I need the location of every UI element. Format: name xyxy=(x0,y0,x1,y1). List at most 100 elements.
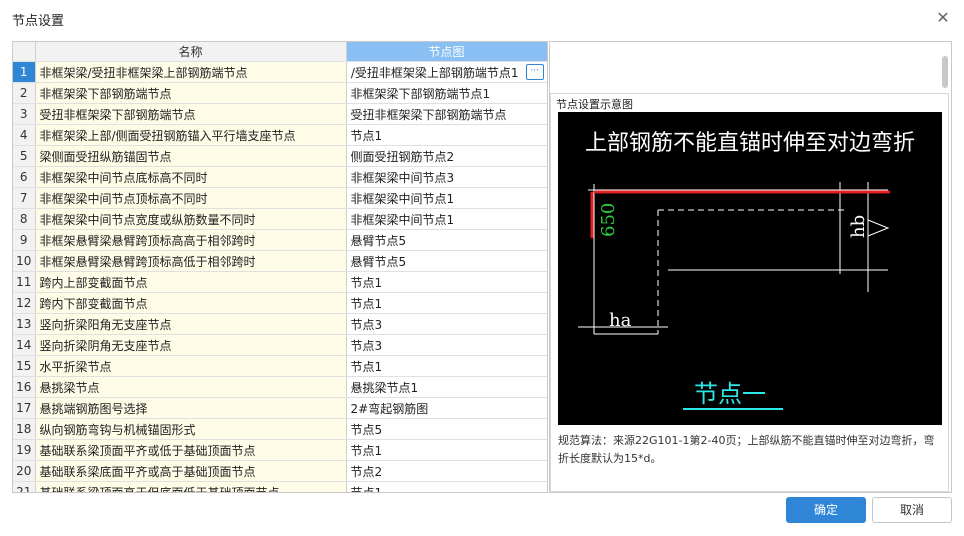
row-name-cell: 基础联系梁底面平齐或高于基础顶面节点 xyxy=(35,460,347,482)
row-node-cell[interactable]: 受扭非框架梁下部钢筋端节点 xyxy=(346,103,547,125)
node-settings-table: 名称 节点图 1非框架梁/受扭非框架梁上部钢筋端节点非框架梁/受扭非框架梁上部钢… xyxy=(12,41,548,493)
diagram-background xyxy=(558,112,942,425)
row-node-cell[interactable]: 节点1 xyxy=(346,481,547,492)
row-index: 15 xyxy=(13,355,36,377)
dimension-ha: ha xyxy=(609,310,632,331)
row-node-cell[interactable]: 节点1 xyxy=(346,355,547,377)
row-node-cell[interactable]: 节点3 xyxy=(346,334,547,356)
table-row[interactable]: 11 跨内上部变截面节点 节点1 xyxy=(13,271,547,293)
row-name-cell: 非框架梁中间节点顶标高不同时 xyxy=(35,187,347,209)
row-index: 1 xyxy=(13,61,36,83)
row-index: 11 xyxy=(13,271,36,293)
row-name-cell: 基础联系梁顶面高于但底面低于基础顶面节点 xyxy=(35,481,347,492)
row-index: 3 xyxy=(13,103,36,125)
row-node-cell[interactable]: 非框架梁/受扭非框架梁上部钢筋端节点1 ··· xyxy=(346,61,547,83)
row-node-cell[interactable]: 侧面受扭钢筋节点2 xyxy=(346,145,547,167)
row-name-cell: 竖向折梁阴角无支座节点 xyxy=(35,334,347,356)
table-row[interactable]: 2 非框架梁下部钢筋端节点 非框架梁下部钢筋端节点1 xyxy=(13,82,547,104)
table-row[interactable]: 6 非框架梁中间节点底标高不同时 非框架梁中间节点3 xyxy=(13,166,547,188)
row-node-cell[interactable]: 节点1 xyxy=(346,439,547,461)
row-name-cell: 非框架悬臂梁悬臂跨顶标高低于相邻跨时 xyxy=(35,250,347,272)
table-row[interactable]: 18 纵向钢筋弯钩与机械锚固形式 节点5 xyxy=(13,418,547,440)
row-index: 12 xyxy=(13,292,36,314)
row-name-cell: 非框架梁中间节点底标高不同时 xyxy=(35,166,347,188)
dimension-650: 650 xyxy=(598,203,619,237)
diagram-caption: 节点一 xyxy=(694,380,766,408)
row-node-cell[interactable]: 节点5 xyxy=(346,418,547,440)
table-row[interactable]: 17 悬挑端钢筋图号选择 2#弯起钢筋图 xyxy=(13,397,547,419)
table-row[interactable]: 9 非框架悬臂梁悬臂跨顶标高高于相邻跨时 悬臂节点5 xyxy=(13,229,547,251)
table-row[interactable]: 19 基础联系梁顶面平齐或低于基础顶面节点 节点1 xyxy=(13,439,547,461)
table-row[interactable]: 4 非框架梁上部/侧面受扭钢筋锚入平行墙支座节点 节点1 xyxy=(13,124,547,146)
row-name-cell: 悬挑端钢筋图号选择 xyxy=(35,397,347,419)
row-name-cell: 梁侧面受扭纵筋锚固节点 xyxy=(35,145,347,167)
table-row[interactable]: 15 水平折梁节点 节点1 xyxy=(13,355,547,377)
table-row[interactable]: 13 竖向折梁阳角无支座节点 节点3 xyxy=(13,313,547,335)
row-node-cell[interactable]: 节点1 xyxy=(346,124,547,146)
dialog-titlebar: 节点设置 ✕ xyxy=(0,0,964,38)
row-index: 14 xyxy=(13,334,36,356)
diagram-section-title: 节点设置示意图 xyxy=(556,98,633,111)
row-node-cell[interactable]: 非框架梁中间节点1 xyxy=(346,187,547,209)
row-node-cell[interactable]: 非框架梁下部钢筋端节点1 xyxy=(346,82,547,104)
row-node-cell[interactable]: 悬臂节点5 xyxy=(346,250,547,272)
row-index: 20 xyxy=(13,460,36,482)
table-row[interactable]: 8 非框架梁中间节点宽度或纵筋数量不同时 非框架梁中间节点1 xyxy=(13,208,547,230)
row-node-cell[interactable]: 悬臂节点5 xyxy=(346,229,547,251)
row-name-cell: 受扭非框架梁下部钢筋端节点 xyxy=(35,103,347,125)
cancel-button[interactable]: 取消 xyxy=(872,497,952,523)
row-name-cell: 竖向折梁阳角无支座节点 xyxy=(35,313,347,335)
ellipsis-button[interactable]: ··· xyxy=(525,64,544,80)
table-row[interactable]: 12 跨内下部变截面节点 节点1 xyxy=(13,292,547,314)
row-name-cell: 非框架梁/受扭非框架梁上部钢筋端节点 xyxy=(35,61,347,83)
row-index: 19 xyxy=(13,439,36,461)
row-name-cell: 非框架梁中间节点宽度或纵筋数量不同时 xyxy=(35,208,347,230)
row-index: 16 xyxy=(13,376,36,398)
row-index: 2 xyxy=(13,82,36,104)
row-node-value: 非框架梁/受扭非框架梁上部钢筋端节点1 xyxy=(350,65,519,80)
table-header-row: 名称 节点图 xyxy=(13,42,547,62)
node-diagram: 上部钢筋不能直锚时伸至对边弯折 650 hb ha 节点一 xyxy=(558,112,942,425)
row-name-cell: 非框架梁下部钢筋端节点 xyxy=(35,82,347,104)
row-index: 8 xyxy=(13,208,36,230)
row-node-cell[interactable]: 节点2 xyxy=(346,460,547,482)
row-node-cell[interactable]: 节点1 xyxy=(346,292,547,314)
row-name-cell: 纵向钢筋弯钩与机械锚固形式 xyxy=(35,418,347,440)
row-index: 5 xyxy=(13,145,36,167)
table-row[interactable]: 5 梁侧面受扭纵筋锚固节点 侧面受扭钢筋节点2 xyxy=(13,145,547,167)
table-row[interactable]: 7 非框架梁中间节点顶标高不同时 非框架梁中间节点1 xyxy=(13,187,547,209)
table-row[interactable]: 14 竖向折梁阴角无支座节点 节点3 xyxy=(13,334,547,356)
row-index: 18 xyxy=(13,418,36,440)
header-index xyxy=(13,42,36,62)
row-index: 21 xyxy=(13,481,36,492)
row-name-cell: 悬挑梁节点 xyxy=(35,376,347,398)
row-node-cell[interactable]: 节点3 xyxy=(346,313,547,335)
row-node-cell[interactable]: 节点1 xyxy=(346,271,547,293)
header-name[interactable]: 名称 xyxy=(35,42,347,62)
table-row[interactable]: 21 基础联系梁顶面高于但底面低于基础顶面节点 节点1 xyxy=(13,481,547,492)
row-node-cell[interactable]: 非框架梁中间节点1 xyxy=(346,208,547,230)
ok-button[interactable]: 确定 xyxy=(786,497,866,523)
row-index: 4 xyxy=(13,124,36,146)
scrollbar[interactable] xyxy=(942,56,948,88)
row-index: 7 xyxy=(13,187,36,209)
table-row[interactable]: 1非框架梁/受扭非框架梁上部钢筋端节点非框架梁/受扭非框架梁上部钢筋端节点1 ··… xyxy=(13,61,547,83)
row-name-cell: 跨内下部变截面节点 xyxy=(35,292,347,314)
row-node-cell[interactable]: 非框架梁中间节点3 xyxy=(346,166,547,188)
row-node-cell[interactable]: 悬挑梁节点1 xyxy=(346,376,547,398)
table-row[interactable]: 10 非框架悬臂梁悬臂跨顶标高低于相邻跨时 悬臂节点5 xyxy=(13,250,547,272)
close-icon[interactable]: ✕ xyxy=(934,8,952,28)
row-index: 17 xyxy=(13,397,36,419)
row-index: 13 xyxy=(13,313,36,335)
row-name-cell: 基础联系梁顶面平齐或低于基础顶面节点 xyxy=(35,439,347,461)
row-node-cell[interactable]: 2#弯起钢筋图 xyxy=(346,397,547,419)
row-name-cell: 非框架悬臂梁悬臂跨顶标高高于相邻跨时 xyxy=(35,229,347,251)
header-node-diagram[interactable]: 节点图 xyxy=(346,42,547,62)
row-index: 6 xyxy=(13,166,36,188)
table-row[interactable]: 20 基础联系梁底面平齐或高于基础顶面节点 节点2 xyxy=(13,460,547,482)
row-name-cell: 跨内上部变截面节点 xyxy=(35,271,347,293)
row-name-cell: 水平折梁节点 xyxy=(35,355,347,377)
row-index: 9 xyxy=(13,229,36,251)
table-row[interactable]: 16 悬挑梁节点 悬挑梁节点1 xyxy=(13,376,547,398)
table-row[interactable]: 3 受扭非框架梁下部钢筋端节点 受扭非框架梁下部钢筋端节点 xyxy=(13,103,547,125)
